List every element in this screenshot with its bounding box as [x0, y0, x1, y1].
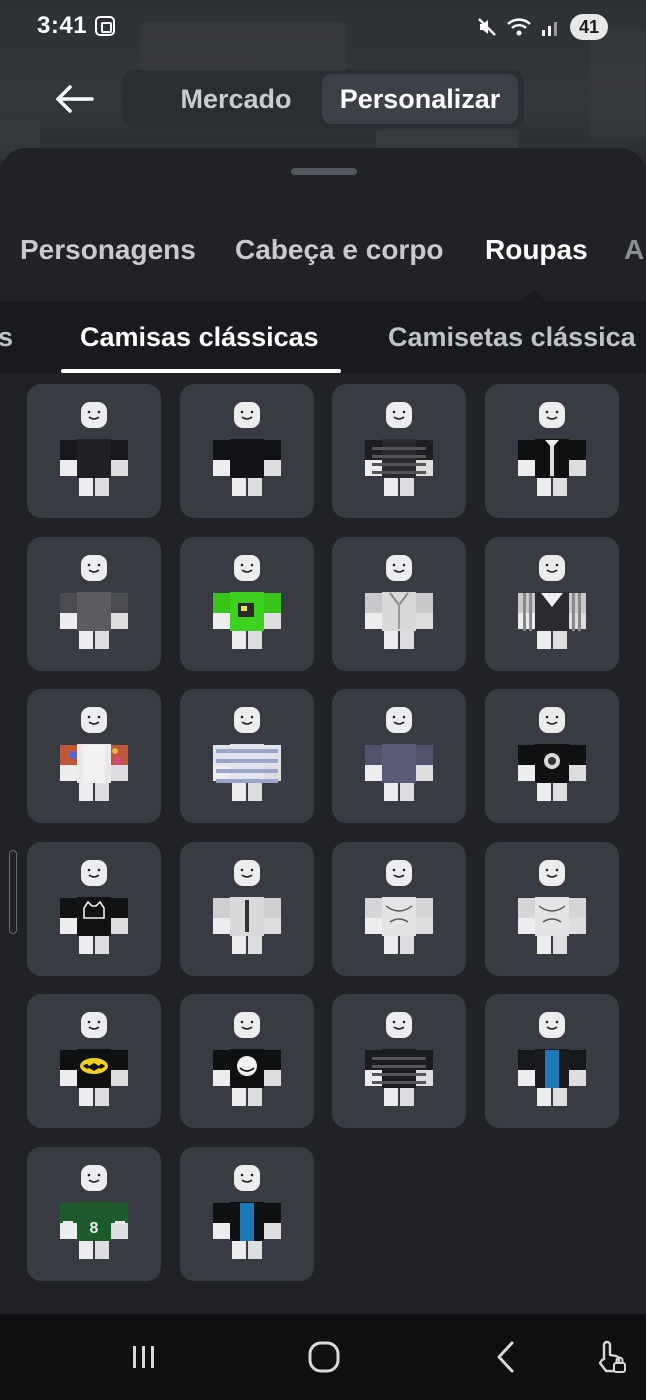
clothing-item-tile[interactable] — [332, 537, 466, 671]
recent-apps-button[interactable] — [122, 1336, 166, 1378]
category-active-caret — [522, 289, 546, 301]
signal-icon — [541, 22, 557, 36]
avatar-preview — [365, 860, 433, 954]
svg-text:8: 8 — [90, 1220, 99, 1237]
avatar-preview — [60, 1012, 128, 1106]
avatar-preview — [60, 860, 128, 954]
category-tab-roupas[interactable]: Roupas — [485, 228, 588, 272]
avatar-preview — [213, 860, 281, 954]
avatar-preview — [213, 1012, 281, 1106]
system-nav-bar — [0, 1314, 646, 1400]
clothing-item-tile[interactable] — [332, 384, 466, 518]
arrow-left-icon — [56, 85, 94, 113]
clothing-item-tile[interactable] — [332, 994, 466, 1128]
clothing-item-tile[interactable] — [180, 537, 314, 671]
clothing-item-tile[interactable] — [485, 384, 619, 518]
avatar-preview — [365, 707, 433, 801]
clothing-item-tile[interactable] — [180, 1147, 314, 1281]
mode-switch: Mercado Personalizar — [122, 70, 524, 128]
clothing-item-tile[interactable] — [27, 384, 161, 518]
avatar-preview — [60, 555, 128, 649]
avatar-preview — [365, 1012, 433, 1106]
recent-apps-icon — [133, 1346, 154, 1368]
status-time: 3:41 — [37, 12, 88, 39]
back-button[interactable] — [48, 76, 100, 122]
status-bar: 3:41 41 — [0, 0, 646, 54]
category-tab-personagens[interactable]: Personagens — [20, 228, 196, 272]
back-nav-button[interactable] — [484, 1336, 528, 1378]
touch-lock-icon — [598, 1340, 626, 1373]
clothing-item-tile[interactable] — [485, 537, 619, 671]
avatar-preview — [518, 707, 586, 801]
subcategory-active-underline — [61, 369, 341, 373]
clothing-item-tile[interactable] — [180, 842, 314, 976]
clothing-item-tile[interactable]: 8 — [27, 1147, 161, 1281]
avatar-preview — [518, 555, 586, 649]
subcategory-tabs: s Camisas clássicas Camisetas clássica — [0, 301, 646, 373]
avatar-preview — [60, 707, 128, 801]
subcategory-tab-camisas-classicas[interactable]: Camisas clássicas — [80, 319, 319, 355]
avatar-preview — [213, 707, 281, 801]
clothing-item-tile[interactable] — [332, 689, 466, 823]
clothing-item-tile[interactable] — [27, 537, 161, 671]
clothing-item-tile[interactable] — [485, 994, 619, 1128]
avatar-preview — [365, 555, 433, 649]
clothing-item-tile[interactable] — [332, 842, 466, 976]
avatar-preview — [213, 1165, 281, 1259]
touch-lock-button[interactable] — [588, 1336, 632, 1378]
clothing-item-tile[interactable] — [180, 994, 314, 1128]
avatar-preview: 8 — [60, 1165, 128, 1259]
clothing-item-tile[interactable] — [27, 689, 161, 823]
screenshot-icon — [95, 16, 115, 36]
category-tabs: Personagens Cabeça e corpo Roupas A — [0, 228, 646, 272]
home-icon — [308, 1341, 340, 1373]
tab-mercado[interactable]: Mercado — [144, 74, 328, 124]
avatar-preview — [213, 402, 281, 496]
battery-indicator: 41 — [569, 14, 608, 40]
home-button[interactable] — [302, 1336, 346, 1378]
clothing-item-tile[interactable] — [27, 842, 161, 976]
category-tab-next[interactable]: A — [624, 228, 644, 272]
clothing-item-tile[interactable] — [180, 384, 314, 518]
clothing-item-tile[interactable] — [180, 689, 314, 823]
subcategory-tab-prev[interactable]: s — [0, 319, 13, 355]
subcategory-tab-camisetas-classicas[interactable]: Camisetas clássica — [388, 319, 636, 355]
wifi-icon — [507, 18, 531, 36]
category-tab-cabeca-corpo[interactable]: Cabeça e corpo — [235, 228, 444, 272]
back-nav-icon — [497, 1341, 514, 1373]
avatar-preview — [213, 555, 281, 649]
scroll-indicator[interactable] — [9, 850, 17, 934]
clothing-item-tile[interactable] — [485, 689, 619, 823]
avatar-preview — [518, 402, 586, 496]
drag-handle[interactable] — [291, 168, 357, 175]
customize-sheet: Personagens Cabeça e corpo Roupas A s Ca… — [0, 148, 646, 1314]
clothing-item-tile[interactable] — [27, 994, 161, 1128]
avatar-preview — [60, 402, 128, 496]
tab-personalizar[interactable]: Personalizar — [322, 74, 518, 124]
avatar-preview — [518, 1012, 586, 1106]
avatar-preview — [365, 402, 433, 496]
clothing-item-tile[interactable] — [485, 842, 619, 976]
mute-icon — [478, 18, 496, 36]
avatar-preview — [518, 860, 586, 954]
